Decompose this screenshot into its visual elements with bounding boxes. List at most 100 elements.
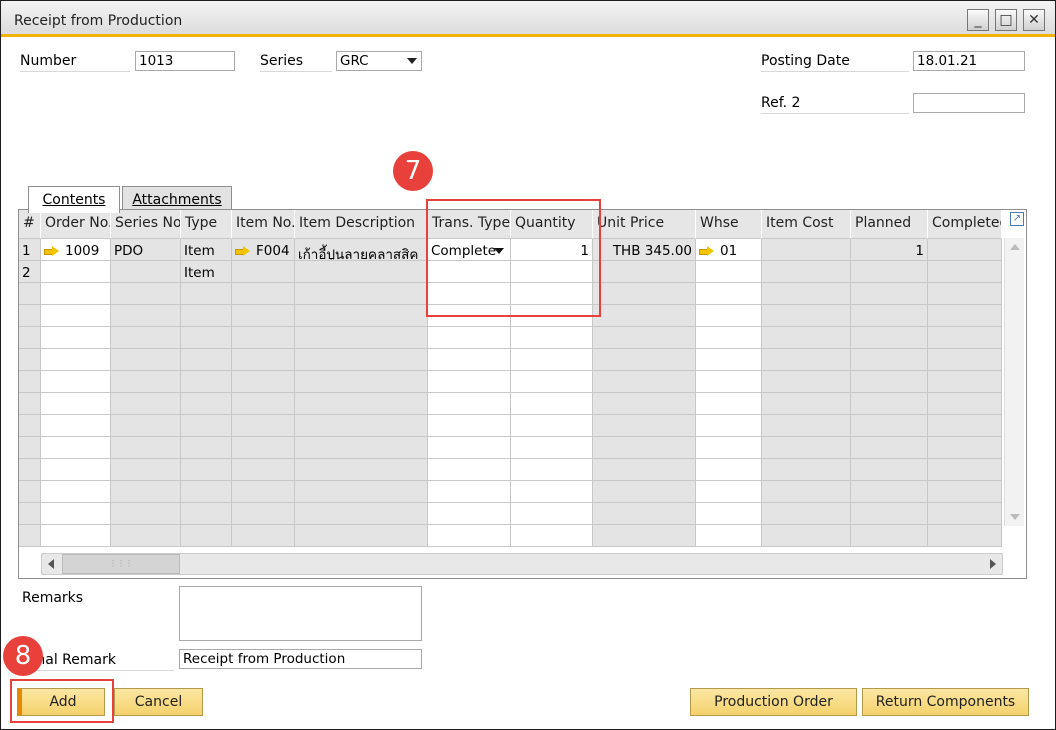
empty-cell[interactable] (696, 393, 762, 415)
empty-cell[interactable] (511, 305, 593, 327)
empty-cell[interactable] (428, 371, 511, 393)
vertical-scrollbar[interactable] (1004, 238, 1024, 526)
empty-cell[interactable] (511, 437, 593, 459)
table-row[interactable]: 1 1009 PDO Item F004 เก้าอี้ปูนลายคลาสสิ… (19, 239, 1002, 261)
whse-cell[interactable] (696, 261, 762, 283)
col-header-quantity[interactable]: Quantity (511, 210, 593, 239)
empty-cell[interactable] (696, 415, 762, 437)
link-arrow-icon[interactable] (44, 246, 59, 256)
production-order-button[interactable]: Production Order (690, 688, 857, 716)
empty-cell[interactable] (428, 459, 511, 481)
empty-cell[interactable] (696, 371, 762, 393)
whse-cell[interactable]: 01 (696, 239, 762, 261)
empty-cell[interactable] (696, 283, 762, 305)
empty-cell[interactable] (511, 349, 593, 371)
empty-cell[interactable] (428, 503, 511, 525)
scroll-thumb[interactable]: ⋮⋮⋮ (62, 554, 180, 574)
empty-cell[interactable] (41, 437, 111, 459)
col-header-index[interactable]: # (19, 210, 41, 239)
empty-cell[interactable] (41, 349, 111, 371)
empty-cell[interactable] (428, 349, 511, 371)
col-header-type[interactable]: Type (181, 210, 232, 239)
add-button[interactable]: Add (17, 688, 105, 716)
series-select[interactable]: GRC (336, 51, 422, 71)
empty-cell[interactable] (41, 393, 111, 415)
scroll-up-icon[interactable] (1010, 244, 1020, 250)
empty-cell[interactable] (41, 371, 111, 393)
empty-cell[interactable] (428, 305, 511, 327)
empty-cell[interactable] (428, 283, 511, 305)
empty-cell[interactable] (511, 525, 593, 547)
remarks-textarea[interactable] (179, 586, 422, 641)
empty-cell[interactable] (41, 283, 111, 305)
empty-cell[interactable] (428, 327, 511, 349)
col-header-order-no[interactable]: Order No. (41, 210, 111, 239)
empty-cell[interactable] (511, 481, 593, 503)
empty-cell[interactable] (428, 393, 511, 415)
empty-cell[interactable] (696, 481, 762, 503)
empty-cell[interactable] (41, 481, 111, 503)
minimize-button[interactable]: _ (967, 9, 989, 31)
empty-cell (762, 415, 851, 437)
empty-cell[interactable] (428, 481, 511, 503)
order-no-cell[interactable]: 1009 (41, 239, 111, 261)
empty-cell[interactable] (696, 349, 762, 371)
empty-cell[interactable] (696, 305, 762, 327)
empty-cell[interactable] (511, 371, 593, 393)
ref2-field[interactable] (913, 93, 1025, 113)
col-header-series-no[interactable]: Series No. (111, 210, 181, 239)
empty-cell[interactable] (428, 437, 511, 459)
empty-cell[interactable] (41, 459, 111, 481)
horizontal-scrollbar[interactable]: ⋮⋮⋮ (41, 553, 1003, 575)
expand-icon[interactable]: ↗ (1010, 212, 1024, 226)
col-header-unit-price[interactable]: Unit Price (593, 210, 696, 239)
empty-cell[interactable] (696, 459, 762, 481)
col-header-item-no[interactable]: Item No. (232, 210, 295, 239)
empty-cell[interactable] (696, 437, 762, 459)
scroll-down-icon[interactable] (1010, 514, 1020, 520)
empty-cell[interactable] (41, 305, 111, 327)
trans-type-cell[interactable] (428, 261, 511, 283)
scroll-left-icon[interactable] (48, 559, 54, 569)
empty-cell[interactable] (511, 283, 593, 305)
item-no-cell[interactable]: F004 (232, 239, 295, 261)
col-header-item-cost[interactable]: Item Cost (762, 210, 851, 239)
empty-cell[interactable] (511, 327, 593, 349)
empty-cell[interactable] (511, 415, 593, 437)
quantity-cell[interactable] (511, 261, 593, 283)
empty-cell[interactable] (511, 459, 593, 481)
empty-cell[interactable] (511, 503, 593, 525)
order-no-cell[interactable] (41, 261, 111, 283)
close-button[interactable]: ✕ (1023, 9, 1045, 31)
chevron-down-icon[interactable] (494, 248, 504, 254)
journal-remark-field[interactable]: Receipt from Production (179, 649, 422, 669)
empty-cell[interactable] (696, 525, 762, 547)
empty-cell[interactable] (428, 415, 511, 437)
maximize-button[interactable]: □ (995, 9, 1017, 31)
empty-cell[interactable] (511, 393, 593, 415)
empty-cell[interactable] (41, 415, 111, 437)
empty-cell[interactable] (428, 525, 511, 547)
empty-cell[interactable] (41, 525, 111, 547)
col-header-completed[interactable]: Completed (928, 210, 1002, 239)
tab-contents[interactable]: Contents (28, 186, 120, 213)
col-header-trans-type[interactable]: Trans. Type (428, 210, 511, 239)
table-row[interactable]: 2 Item (19, 261, 1002, 283)
col-header-planned[interactable]: Planned (851, 210, 928, 239)
item-no-value: F004 (256, 243, 290, 259)
link-arrow-icon[interactable] (235, 246, 250, 256)
empty-cell[interactable] (41, 503, 111, 525)
quantity-cell[interactable]: 1 (511, 239, 593, 261)
col-header-whse[interactable]: Whse (696, 210, 762, 239)
empty-cell[interactable] (696, 327, 762, 349)
trans-type-cell[interactable]: Complete (428, 239, 511, 261)
empty-cell[interactable] (696, 503, 762, 525)
cancel-button[interactable]: Cancel (114, 688, 203, 716)
posting-date-field[interactable]: 18.01.21 (913, 51, 1025, 71)
empty-cell[interactable] (41, 327, 111, 349)
link-arrow-icon[interactable] (699, 246, 714, 256)
number-field[interactable]: 1013 (135, 51, 235, 71)
return-components-button[interactable]: Return Components (862, 688, 1029, 716)
scroll-right-icon[interactable] (990, 559, 996, 569)
col-header-item-description[interactable]: Item Description (295, 210, 428, 239)
